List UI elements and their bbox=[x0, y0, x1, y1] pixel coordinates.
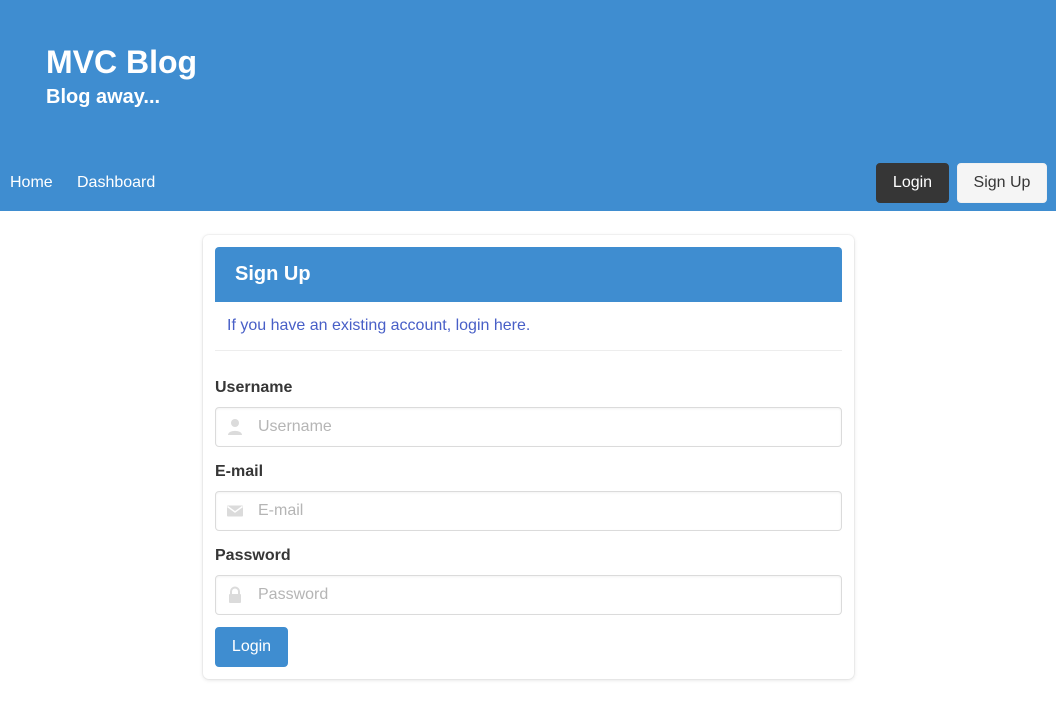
site-subtitle: Blog away... bbox=[46, 86, 161, 108]
submit-login-button[interactable]: Login bbox=[215, 627, 288, 667]
divider bbox=[215, 350, 842, 351]
lock-icon bbox=[226, 586, 244, 604]
nav-login-button[interactable]: Login bbox=[876, 163, 949, 203]
password-label: Password bbox=[215, 547, 291, 564]
note-suffix: . bbox=[525, 317, 531, 334]
nav-signup-button[interactable]: Sign Up bbox=[957, 163, 1047, 203]
existing-account-note: If you have an existing account, login h… bbox=[227, 316, 530, 336]
site-title: MVC Blog bbox=[46, 44, 198, 80]
email-label: E-mail bbox=[215, 463, 264, 480]
nav-home-link[interactable]: Home bbox=[10, 173, 53, 193]
signup-card-title: Sign Up bbox=[215, 247, 842, 302]
email-input[interactable] bbox=[256, 492, 836, 530]
login-here-link[interactable]: login here bbox=[456, 317, 526, 334]
note-prefix: If you have an existing account, bbox=[227, 317, 456, 334]
user-icon bbox=[226, 418, 244, 436]
password-field[interactable] bbox=[215, 575, 842, 615]
email-field[interactable] bbox=[215, 491, 842, 531]
username-field[interactable] bbox=[215, 407, 842, 447]
username-input[interactable] bbox=[256, 408, 836, 446]
envelope-icon bbox=[226, 502, 244, 520]
signup-card: Sign Up If you have an existing account,… bbox=[203, 235, 854, 679]
username-label: Username bbox=[215, 379, 293, 396]
password-input[interactable] bbox=[256, 576, 836, 614]
nav-dashboard-link[interactable]: Dashboard bbox=[77, 173, 155, 193]
hero-header: MVC Blog Blog away... Home Dashboard Log… bbox=[0, 0, 1056, 211]
